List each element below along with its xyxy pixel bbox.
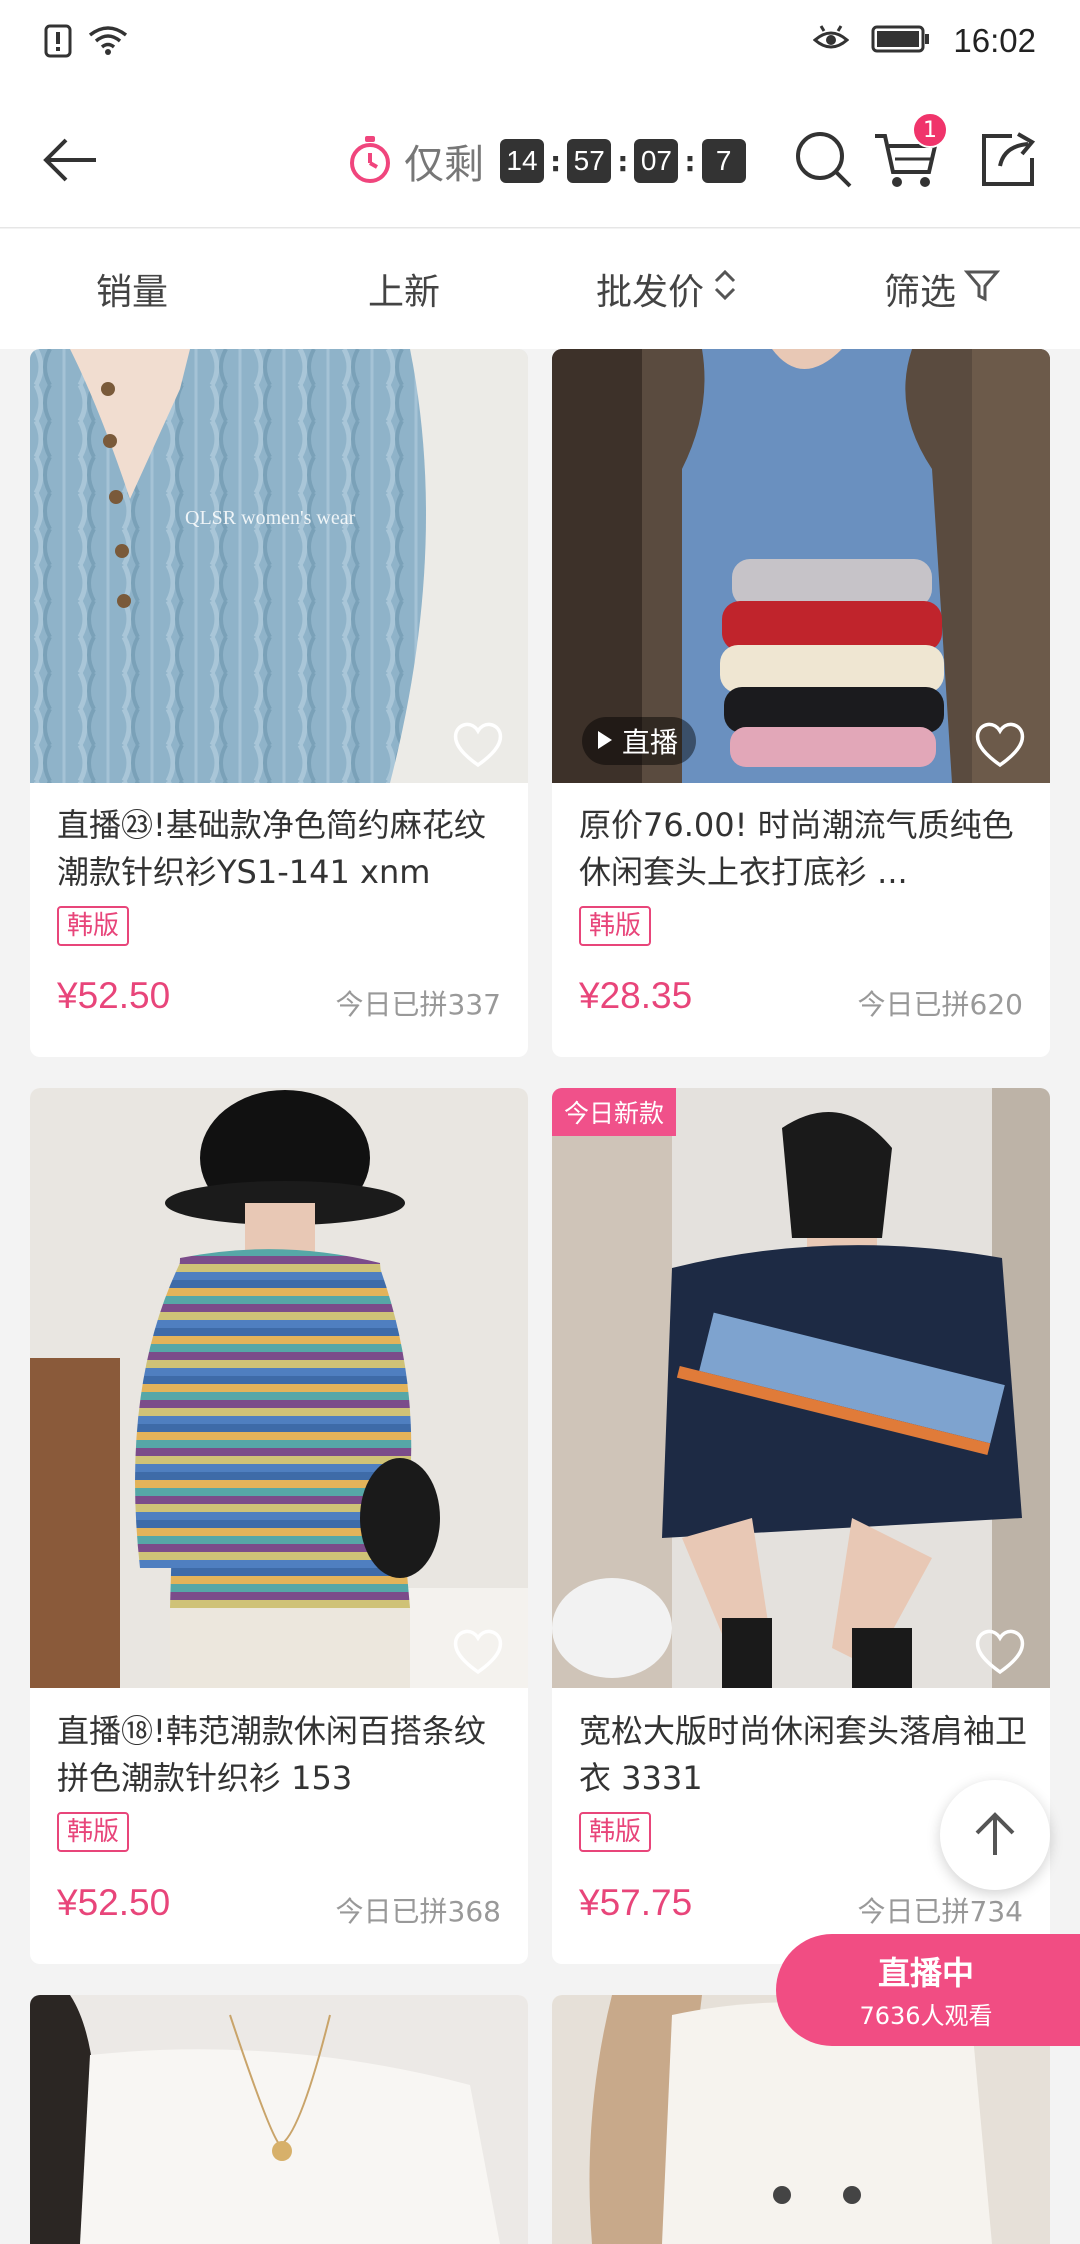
sort-price[interactable]: 批发价 <box>596 229 738 349</box>
countdown-tenths: 7 <box>701 139 746 183</box>
live-chip: 直播 <box>582 717 697 765</box>
countdown-seconds: 07 <box>634 139 679 183</box>
product-price: ¥52.50 <box>57 1882 171 1923</box>
filter-icon <box>963 267 1001 312</box>
countdown-separator: : <box>550 144 562 178</box>
sort-newest[interactable]: 上新 <box>368 229 440 349</box>
product-image[interactable]: 直播 <box>552 349 1050 783</box>
back-button[interactable] <box>30 122 110 202</box>
product-title: 原价76.00! 时尚潮流气质纯色休闲套头上衣打底衫 ... <box>579 806 1014 891</box>
product-card[interactable]: 直播⑱!韩范潮款休闲百搭条纹拼色潮款针织衫 153 韩版 ¥52.50 今日已拼… <box>30 1088 528 1964</box>
sort-toggle-icon <box>712 267 738 312</box>
product-image[interactable]: QLSR women's wear <box>30 349 528 783</box>
favorite-button[interactable] <box>972 1624 1028 1680</box>
product-title: 直播㉓!基础款净色简约麻花纹潮款针织衫YS1-141 xnm <box>57 806 486 891</box>
product-card[interactable]: QLSR women's wear 直播㉓!基础款净色简约麻花纹潮款针织衫YS1… <box>30 349 528 1057</box>
search-icon <box>794 130 854 194</box>
scroll-to-top-button[interactable] <box>940 1780 1050 1890</box>
countdown-label: 仅剩 <box>404 142 484 188</box>
sort-bar: 销量 上新 批发价 筛选 <box>0 229 1080 349</box>
product-price: ¥57.75 <box>579 1882 693 1923</box>
alert-icon <box>44 24 74 62</box>
countdown-separator: : <box>617 144 629 178</box>
favorite-button[interactable] <box>450 1624 506 1680</box>
share-button[interactable] <box>972 126 1044 198</box>
product-card[interactable]: 直播 原价76.00! 时尚潮流气质纯色休闲套头上衣打底衫 ... 韩版 ¥28… <box>552 349 1050 1057</box>
sort-filter-label: 筛选 <box>884 272 957 313</box>
product-sold-count: 今日已拼620 <box>857 988 1023 1021</box>
favorite-button[interactable] <box>450 717 506 773</box>
search-button[interactable] <box>788 126 860 198</box>
battery-icon <box>871 24 931 58</box>
heart-icon <box>975 1629 1025 1675</box>
status-time: 16:02 <box>953 22 1036 59</box>
share-icon <box>978 130 1038 194</box>
product-price: ¥52.50 <box>57 975 171 1016</box>
cart-count-badge: 1 <box>912 112 948 148</box>
countdown-minutes: 57 <box>567 139 612 183</box>
product-image[interactable] <box>30 1088 528 1688</box>
product-title: 直播⑱!韩范潮款休闲百搭条纹拼色潮款针织衫 153 <box>57 1712 486 1797</box>
live-chip-label: 直播 <box>622 726 679 759</box>
sort-sales-label: 销量 <box>96 272 169 313</box>
sort-price-label: 批发价 <box>596 272 705 313</box>
status-bar: 16:02 <box>0 0 1080 86</box>
heart-icon <box>453 1629 503 1675</box>
product-tag: 韩版 <box>57 906 130 946</box>
back-arrow-icon <box>40 135 100 189</box>
product-title: 宽松大版时尚休闲套头落肩袖卫衣 3331 <box>579 1712 1028 1797</box>
product-sold-count: 今日已拼337 <box>335 988 501 1021</box>
sort-sales[interactable]: 销量 <box>96 229 168 349</box>
favorite-button[interactable] <box>972 717 1028 773</box>
wifi-icon <box>88 25 128 61</box>
product-image[interactable]: 今日新款 <box>552 1088 1050 1688</box>
product-card[interactable] <box>30 1995 528 2244</box>
arrow-up-icon <box>969 1807 1021 1863</box>
product-tag: 韩版 <box>579 906 652 946</box>
cart-button[interactable]: 1 <box>870 112 948 198</box>
heart-icon <box>975 722 1025 768</box>
top-nav: 仅剩 14 : 57 : 07 : 7 1 <box>0 86 1080 228</box>
live-stream-viewers: 7636人观看 <box>859 2002 993 2030</box>
sort-filter[interactable]: 筛选 <box>884 229 1001 349</box>
countdown-timer: 仅剩 14 : 57 : 07 : 7 <box>348 126 746 196</box>
eye-care-icon <box>813 24 850 58</box>
heart-icon <box>453 722 503 768</box>
product-image[interactable] <box>30 1995 528 2244</box>
live-stream-title: 直播中 <box>877 1954 974 1992</box>
play-icon <box>596 725 614 758</box>
product-price: ¥28.35 <box>579 975 693 1016</box>
live-stream-button[interactable]: 直播中 7636人观看 <box>776 1934 1080 2046</box>
countdown-hours: 14 <box>500 139 544 183</box>
product-watermark: QLSR women's wear <box>185 507 356 529</box>
product-tag: 韩版 <box>57 1812 130 1852</box>
product-sold-count: 今日已拼734 <box>857 1895 1023 1928</box>
new-arrival-badge: 今日新款 <box>552 1088 677 1136</box>
product-tag: 韩版 <box>579 1812 652 1852</box>
timer-icon <box>348 134 392 188</box>
countdown-separator: : <box>684 144 696 178</box>
product-sold-count: 今日已拼368 <box>335 1895 501 1928</box>
sort-newest-label: 上新 <box>368 272 441 313</box>
